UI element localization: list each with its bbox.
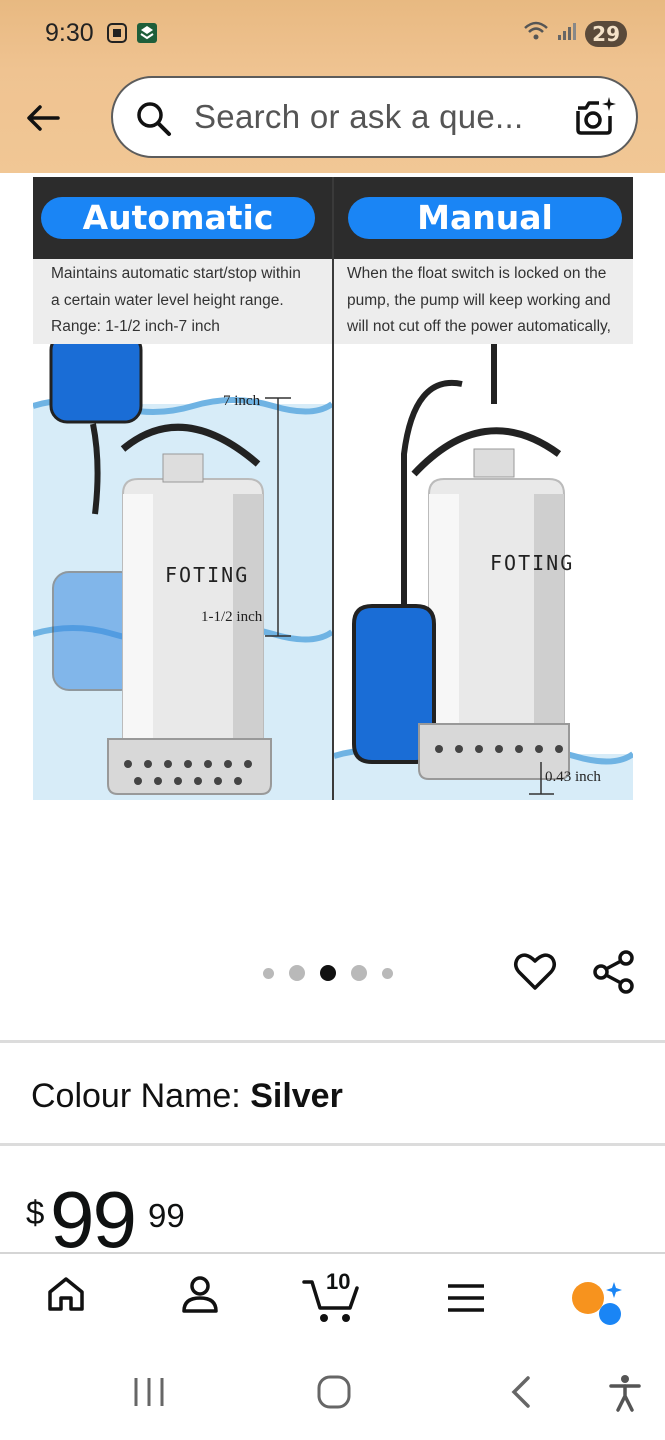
price-symbol: $ bbox=[26, 1194, 45, 1231]
accessibility-icon[interactable] bbox=[608, 1374, 642, 1417]
signal-icon bbox=[557, 21, 577, 46]
search-icon bbox=[135, 100, 173, 143]
carousel-dots bbox=[263, 965, 393, 981]
colour-label: Colour Name: bbox=[31, 1077, 251, 1115]
recent-apps-icon[interactable] bbox=[132, 1374, 166, 1415]
manual-panel: Manual When the float switch is locked o… bbox=[334, 177, 633, 800]
automatic-panel: Automatic Maintains automatic start/stop… bbox=[33, 177, 332, 800]
carousel-dot[interactable] bbox=[263, 967, 274, 979]
carousel-dot[interactable] bbox=[351, 965, 367, 981]
status-bar: 9:30 29 bbox=[0, 0, 665, 70]
screen-record-icon bbox=[106, 22, 128, 49]
search-header: Search or ask a que... bbox=[0, 70, 665, 173]
carousel-dot[interactable] bbox=[289, 965, 305, 981]
status-icons-left bbox=[106, 22, 158, 49]
home-icon[interactable] bbox=[46, 1274, 86, 1319]
search-input[interactable]: Search or ask a que... bbox=[111, 76, 638, 158]
wifi-icon bbox=[523, 20, 549, 47]
system-nav bbox=[0, 1352, 665, 1440]
colour-value: Silver bbox=[250, 1077, 343, 1115]
cart-count: 10 bbox=[326, 1269, 351, 1294]
home-button-icon[interactable] bbox=[316, 1374, 352, 1415]
label-0-43-inch: 0.43 inch bbox=[545, 769, 601, 785]
app-notification-icon bbox=[136, 22, 158, 49]
brand-logo-left: FOTING bbox=[165, 563, 250, 587]
colour-name: Colour Name: Silver bbox=[31, 1077, 343, 1116]
manual-illustration bbox=[334, 344, 633, 800]
heart-icon[interactable] bbox=[513, 950, 557, 999]
carousel-controls bbox=[0, 940, 665, 1005]
back-icon[interactable] bbox=[506, 1374, 536, 1415]
product-image[interactable]: Automatic Maintains automatic start/stop… bbox=[33, 177, 633, 800]
divider bbox=[0, 1040, 665, 1043]
automatic-description: Maintains automatic start/stop within a … bbox=[33, 259, 332, 344]
status-time: 9:30 bbox=[45, 19, 94, 47]
menu-icon[interactable] bbox=[446, 1282, 486, 1319]
label-7-inch: 7 inch bbox=[223, 393, 261, 409]
camera-sparkle-icon[interactable] bbox=[572, 94, 618, 145]
battery-indicator: 29 bbox=[585, 20, 627, 47]
back-arrow-icon[interactable] bbox=[22, 96, 66, 140]
rufus-assistant-icon[interactable] bbox=[570, 1276, 626, 1331]
share-icon[interactable] bbox=[592, 950, 636, 999]
label-1-1-2-inch: 1-1/2 inch bbox=[201, 609, 263, 625]
search-placeholder: Search or ask a que... bbox=[194, 98, 524, 135]
brand-logo-right: FOTING bbox=[490, 551, 575, 575]
status-icons-right: 29 bbox=[523, 20, 627, 47]
divider bbox=[0, 1143, 665, 1146]
price-fraction: 99 bbox=[148, 1197, 185, 1234]
bottom-nav: 10 bbox=[0, 1252, 665, 1354]
manual-title: Manual bbox=[348, 197, 622, 239]
carousel-dot-active[interactable] bbox=[320, 965, 336, 981]
carousel-dot[interactable] bbox=[382, 967, 393, 979]
account-icon[interactable] bbox=[180, 1274, 220, 1319]
automatic-title: Automatic bbox=[41, 197, 315, 239]
manual-description: When the float switch is locked on the p… bbox=[334, 259, 633, 344]
